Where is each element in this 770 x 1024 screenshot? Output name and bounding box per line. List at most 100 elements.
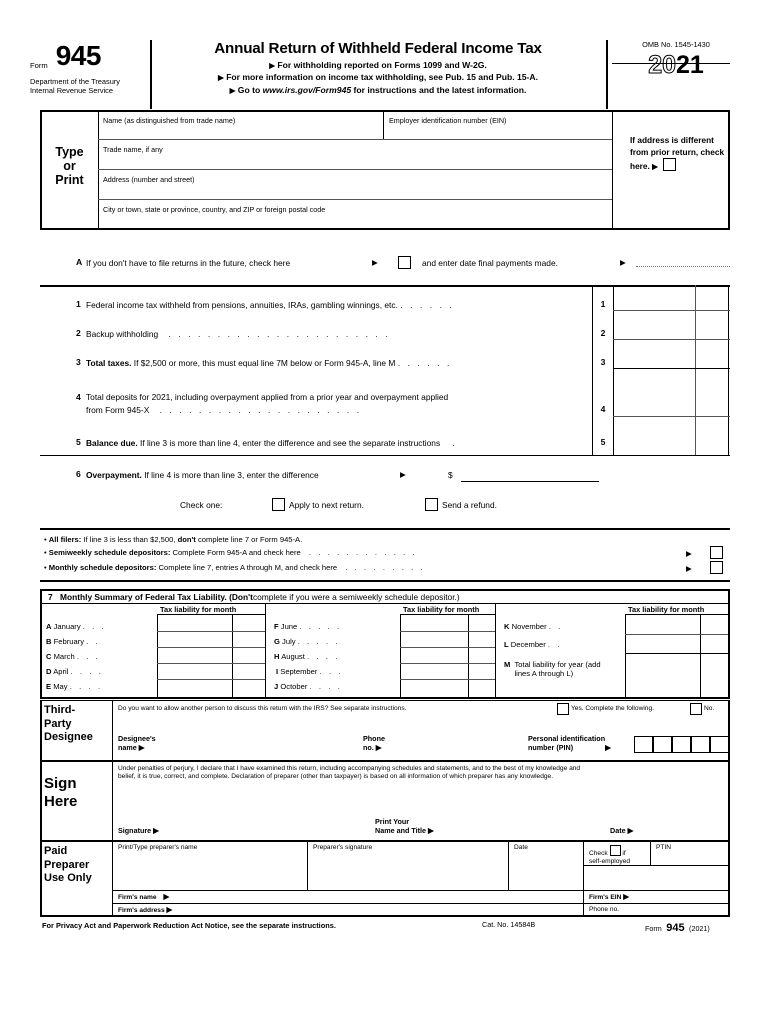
third-party-designee-label: Third- Party Designee	[44, 704, 93, 743]
month-row-l: L December . .	[504, 640, 562, 649]
header-divider-right	[606, 40, 608, 109]
amount-j-cents[interactable]	[470, 680, 493, 696]
trade-name-input[interactable]	[103, 153, 607, 167]
line-1-amount-dollars[interactable]	[615, 288, 693, 310]
designee-pin-input[interactable]	[634, 736, 729, 753]
address-change-checkbox[interactable]	[663, 158, 677, 171]
designee-phone-label: Phone no. ▶	[363, 734, 385, 752]
preparer-date-divider	[508, 840, 510, 890]
amount-l-cents[interactable]	[702, 635, 727, 653]
firm-name-input[interactable]	[180, 892, 575, 902]
ptin-input[interactable]	[656, 853, 726, 864]
self-employed-check: Check if self-employed	[589, 845, 649, 866]
form-word-label: Form	[30, 61, 48, 70]
amount-k-cents[interactable]	[702, 616, 727, 634]
city-state-zip-input[interactable]	[103, 213, 607, 227]
line-1-amount-cents[interactable]	[697, 288, 727, 310]
amount-b-dollars[interactable]	[159, 632, 230, 647]
final-payment-date-input[interactable]	[636, 266, 730, 267]
name-input[interactable]	[103, 124, 378, 138]
month-name-m: Total liability for year (add lines A th…	[514, 660, 601, 678]
line-2-amount-dollars[interactable]	[615, 316, 693, 338]
designee-phone-input[interactable]	[400, 744, 520, 756]
omb-underline	[612, 63, 730, 64]
line-5-amount-cents[interactable]	[697, 420, 727, 454]
month-leader-l: . .	[547, 640, 563, 649]
amount-c-dollars[interactable]	[159, 648, 230, 663]
line-3-box-number: 3	[600, 357, 606, 367]
apply-next-return-checkbox[interactable]	[272, 498, 285, 511]
designee-yes-checkbox[interactable]	[557, 703, 569, 715]
print-name-title-input[interactable]	[450, 826, 600, 838]
firm-ein-input[interactable]	[589, 880, 727, 890]
amount-m-cents[interactable]	[702, 655, 727, 696]
pin-digit-box[interactable]	[710, 736, 729, 753]
monthly-col1-header: Tax liability for month	[160, 605, 237, 614]
semiweekly-checkbox[interactable]	[710, 546, 723, 559]
amount-h-cents[interactable]	[470, 648, 493, 663]
monthly-group2-right	[495, 603, 497, 697]
signature-input[interactable]	[165, 826, 365, 838]
line-6-amount-input[interactable]	[461, 468, 599, 482]
amount-g-dollars[interactable]	[402, 632, 466, 647]
designee-name-input[interactable]	[175, 744, 355, 756]
designee-sidebar-divider	[112, 700, 114, 844]
month-row-i: I September . . .	[276, 667, 343, 676]
pin-digit-box[interactable]	[691, 736, 710, 753]
amount-f-dollars[interactable]	[402, 616, 466, 631]
amount-d-dollars[interactable]	[159, 664, 230, 679]
preparer-date-input[interactable]	[514, 855, 578, 885]
irs-form945-url[interactable]: www.irs.gov/Form945	[263, 85, 352, 95]
send-refund-checkbox[interactable]	[425, 498, 438, 511]
amount-a-dollars[interactable]	[159, 616, 230, 631]
firm-address-input[interactable]	[185, 905, 575, 915]
line-4-amount-dollars[interactable]	[615, 372, 693, 414]
line-4-amount-cents[interactable]	[697, 372, 727, 414]
line-4-text: Total deposits for 2021, including overp…	[86, 392, 586, 415]
line-3-label: Total taxes.	[86, 358, 132, 368]
line-a-checkbox[interactable]	[398, 256, 411, 269]
amount-a-cents[interactable]	[234, 616, 263, 631]
monthly-checkbox[interactable]	[710, 561, 723, 574]
sign-date-input[interactable]	[648, 826, 726, 838]
pin-digit-box[interactable]	[672, 736, 691, 753]
line-5-amount-dollars[interactable]	[615, 420, 693, 454]
amount-m-dollars[interactable]	[627, 655, 698, 696]
arrow-icon: ▶	[620, 258, 626, 267]
amount-e-cents[interactable]	[234, 680, 263, 696]
amount-b-cents[interactable]	[234, 632, 263, 647]
amount-e-dollars[interactable]	[159, 680, 230, 696]
amount-j-dollars[interactable]	[402, 680, 466, 696]
monthly-box-bottom	[40, 697, 730, 699]
ein-input[interactable]	[389, 124, 607, 138]
line-3-amount-dollars[interactable]	[615, 345, 693, 367]
firm-phone-input[interactable]	[640, 905, 726, 915]
self-employed-checkbox[interactable]	[609, 845, 621, 856]
amount-d-cents[interactable]	[234, 664, 263, 679]
month-letter-e: E	[46, 682, 52, 691]
pin-digit-box[interactable]	[634, 736, 653, 753]
amount-g-cents[interactable]	[470, 632, 493, 647]
month-leader-g: . . . . .	[297, 637, 341, 646]
print-label: Print	[55, 173, 84, 187]
amount-h-dollars[interactable]	[402, 648, 466, 663]
preparer-name-input[interactable]	[118, 855, 300, 885]
amount-k-dollars[interactable]	[627, 616, 698, 634]
semiweekly-text: Complete Form 945-A and check here	[172, 548, 301, 557]
amount-f-cents[interactable]	[470, 616, 493, 631]
amount-i-cents[interactable]	[470, 664, 493, 679]
preparer-top-rule	[40, 840, 730, 842]
preparer-signature-input[interactable]	[313, 855, 503, 885]
line-3-rule	[613, 368, 730, 370]
addressnote-divider	[612, 110, 614, 228]
amount-i-dollars[interactable]	[402, 664, 466, 679]
line-4-description-2: from Form 945-X	[86, 404, 150, 415]
amount-l-dollars[interactable]	[627, 635, 698, 653]
address-input[interactable]	[103, 183, 607, 197]
arrow-icon: ▶	[153, 826, 159, 835]
amount-c-cents[interactable]	[234, 648, 263, 663]
line-2-amount-cents[interactable]	[697, 316, 727, 338]
line-3-amount-cents[interactable]	[697, 345, 727, 367]
pin-digit-box[interactable]	[653, 736, 672, 753]
designee-no-checkbox[interactable]	[690, 703, 702, 715]
